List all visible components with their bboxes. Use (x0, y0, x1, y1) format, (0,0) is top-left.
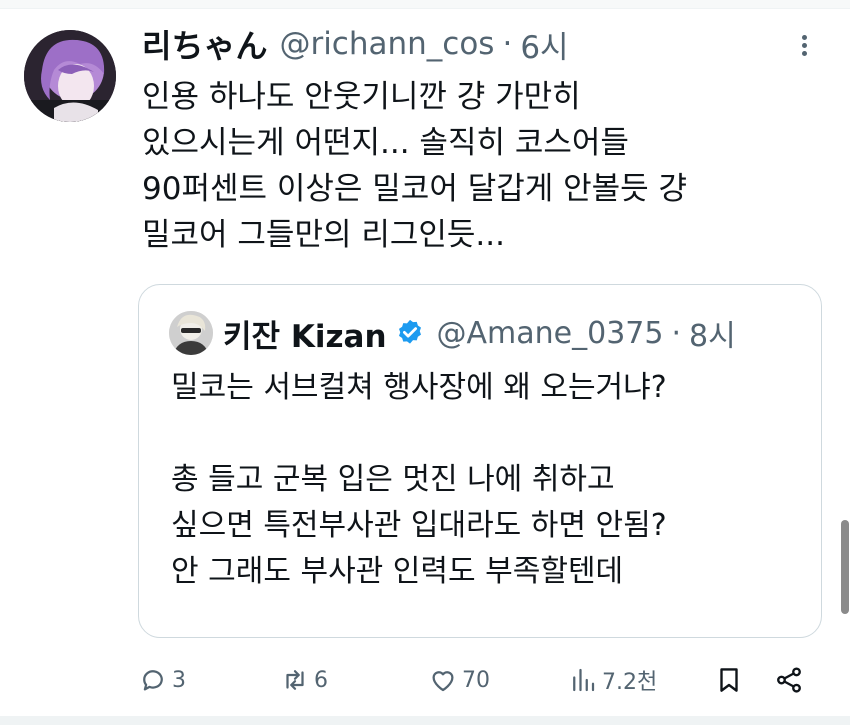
quoted-separator-dot: · (671, 315, 682, 351)
bookmark-button[interactable] (714, 660, 744, 700)
tweet-line: 있으시는게 어떤지... 솔직히 코스어들 (142, 125, 629, 161)
top-divider (0, 0, 850, 9)
share-icon (777, 667, 801, 693)
share-button[interactable] (774, 660, 804, 700)
separator-dot: · (502, 26, 513, 62)
avatar-image (24, 30, 116, 122)
quoted-tweet-card[interactable]: 키잔 Kizan @Amane_0375 · 8시 밀코는 서브컬쳐 행사장에 … (138, 284, 822, 638)
tweet-line: 인용 하나도 안웃기니깐 걍 가만히 (142, 79, 581, 115)
quoted-line: 총 들고 군복 입은 멋진 나에 취하고 (171, 462, 615, 497)
tweet-line: 밀코어 그들만의 리그인듯... (142, 217, 505, 253)
retweet-icon (286, 670, 304, 690)
bookmark-icon (720, 668, 738, 692)
quoted-display-name[interactable]: 키잔 Kizan (223, 311, 387, 356)
timestamp[interactable]: 6시 (520, 22, 568, 67)
like-button[interactable]: 70 (428, 660, 490, 700)
quoted-line: 안 그래도 부사관 인력도 부족할텐데 (171, 554, 624, 589)
quoted-avatar-image (169, 311, 213, 355)
quoted-line: 싶으면 특전부사관 입대라도 하면 안됨? (171, 508, 667, 543)
avatar[interactable] (24, 30, 116, 122)
scrollbar[interactable] (841, 520, 849, 614)
retweet-button[interactable]: 6 (280, 660, 328, 700)
quoted-tweet-text: 밀코는 서브컬쳐 행사장에 왜 오는거냐? 총 들고 군복 입은 멋진 나에 취… (171, 365, 811, 595)
views-button[interactable]: 7.2천 (568, 660, 657, 700)
quoted-line: 밀코는 서브컬쳐 행사장에 왜 오는거냐? (171, 370, 667, 405)
quoted-line (171, 411, 811, 457)
tweet-header: 리ちゃん @richann_cos · 6시 (142, 22, 569, 66)
retweet-count: 6 (314, 667, 328, 693)
reply-count: 3 (172, 667, 186, 693)
tweet-line: 90퍼센트 이상은 밀코어 달갑게 안볼듯 걍 (142, 171, 688, 207)
views-count: 7.2천 (602, 670, 658, 695)
tweet-text: 인용 하나도 안웃기니깐 걍 가만히 있으시는게 어떤지... 솔직히 코스어들… (142, 74, 802, 258)
action-bar: 3 6 70 7.2천 (138, 660, 818, 704)
reply-button[interactable]: 3 (138, 660, 186, 700)
verified-badge-icon (398, 319, 421, 344)
quoted-avatar[interactable] (169, 311, 213, 355)
views-icon (573, 668, 595, 692)
like-icon (432, 671, 454, 692)
bottom-divider (0, 716, 850, 725)
more-icon[interactable] (792, 32, 816, 62)
quoted-user-handle[interactable]: @Amane_0375 (437, 316, 664, 351)
reply-icon (143, 670, 163, 691)
display-name[interactable]: 리ちゃん (142, 21, 267, 67)
quoted-tweet-header: 키잔 Kizan @Amane_0375 · 8시 (223, 309, 736, 357)
like-count: 70 (462, 667, 490, 693)
quoted-timestamp[interactable]: 8시 (689, 311, 736, 355)
user-handle[interactable]: @richann_cos (279, 26, 494, 62)
